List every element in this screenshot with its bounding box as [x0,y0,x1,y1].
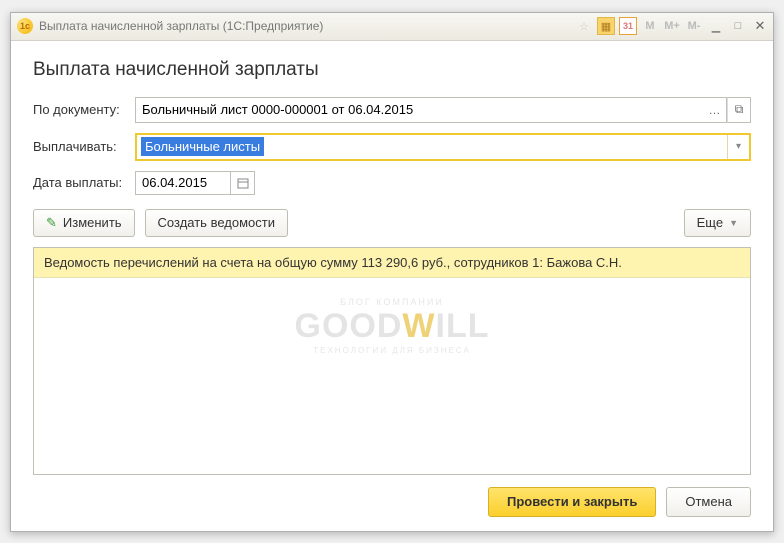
date-row: Дата выплаты: [33,171,751,195]
edit-button[interactable]: ✎ Изменить [33,209,135,237]
favorite-icon[interactable]: ☆ [575,17,593,35]
m-icon-2[interactable]: M+ [663,17,681,35]
m-icon-1[interactable]: M [641,17,659,35]
minimize-icon[interactable]: ▁ [707,17,725,35]
toolbar: ✎ Изменить Создать ведомости Еще ▼ [33,209,751,237]
app-icon: 1c [17,18,33,34]
pay-dropdown-button[interactable]: ▾ [727,135,749,159]
more-button[interactable]: Еще ▼ [684,209,751,237]
titlebar: 1c Выплата начисленной зарплаты (1С:Пред… [11,13,773,41]
page-title: Выплата начисленной зарплаты [33,59,751,81]
calculator-icon[interactable]: ▦ [597,17,615,35]
close-icon[interactable]: ✕ [751,17,769,35]
date-picker-button[interactable] [231,171,255,195]
window-title: Выплата начисленной зарплаты (1С:Предпри… [39,19,575,33]
maximize-icon[interactable]: □ [729,17,747,35]
document-row: По документу: … ⧉ [33,97,751,123]
date-input[interactable] [135,171,231,195]
edit-button-label: Изменить [63,215,122,230]
list-item[interactable]: Ведомость перечислений на счета на общую… [34,248,750,278]
calendar-small-icon [237,177,249,189]
calendar-icon[interactable]: 31 [619,17,637,35]
pay-row: Выплачивать: Больничные листы ▾ [33,133,751,161]
submit-close-button[interactable]: Провести и закрыть [488,487,656,517]
pay-label: Выплачивать: [33,139,135,154]
pay-dropdown[interactable]: Больничные листы ▾ [135,133,751,161]
document-open-button[interactable]: ⧉ [727,97,751,123]
document-input[interactable] [135,97,703,123]
list-box[interactable]: БЛОГ КОМПАНИИ GOODWILL ТЕХНОЛОГИИ ДЛЯ БИ… [33,247,751,475]
create-button-label: Создать ведомости [158,215,275,230]
date-label: Дата выплаты: [33,175,135,190]
cancel-button[interactable]: Отмена [666,487,751,517]
footer: Провести и закрыть Отмена [33,487,751,517]
pencil-icon: ✎ [46,215,57,231]
app-window: 1c Выплата начисленной зарплаты (1С:Пред… [10,12,774,532]
form-content: Выплата начисленной зарплаты По документ… [11,41,773,531]
m-icon-3[interactable]: M- [685,17,703,35]
chevron-down-icon: ▼ [729,218,738,228]
watermark: БЛОГ КОМПАНИИ GOODWILL ТЕХНОЛОГИИ ДЛЯ БИ… [295,297,490,355]
pay-selected-value: Больничные листы [141,137,264,156]
document-ellipsis-button[interactable]: … [703,97,727,123]
create-button[interactable]: Создать ведомости [145,209,288,237]
more-button-label: Еще [697,215,723,230]
document-label: По документу: [33,102,135,117]
